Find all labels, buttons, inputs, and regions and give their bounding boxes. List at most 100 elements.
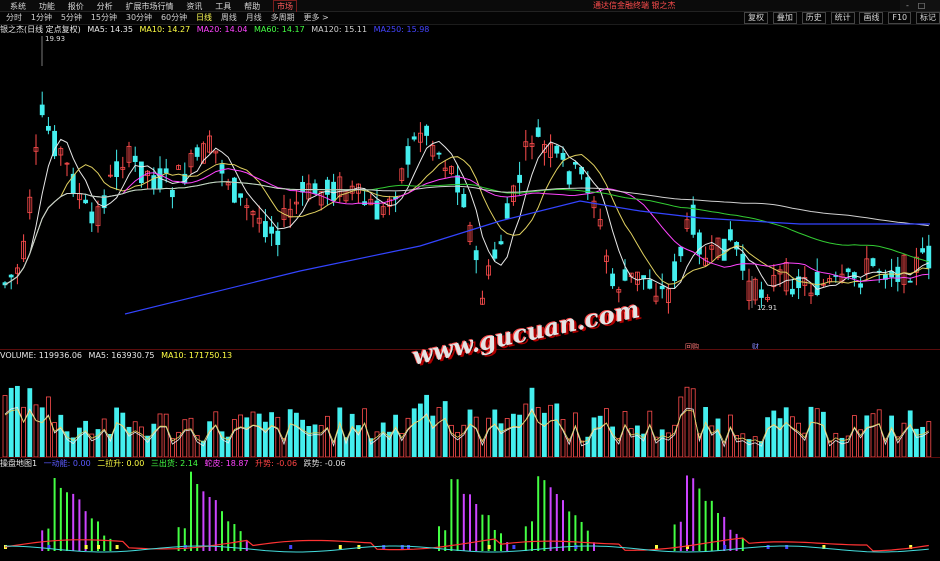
candle-body <box>535 127 541 137</box>
candle-body <box>312 183 318 194</box>
menu-help[interactable]: 帮助 <box>244 1 260 12</box>
buyback-marker[interactable]: 回购 <box>685 342 699 352</box>
candle-body <box>920 248 925 253</box>
indicator-dot <box>338 545 342 549</box>
volume-title: VOLUME: 119936.06 <box>0 351 82 360</box>
period-more[interactable]: 更多 > <box>304 12 329 24</box>
volume-bar <box>728 414 733 457</box>
indicator-snakeskin: 蛇皮: 18.87 <box>204 459 249 468</box>
period-multi[interactable]: 多周期 <box>271 12 295 24</box>
volume-bar <box>771 410 777 457</box>
period-daily[interactable]: 日线 <box>196 12 212 24</box>
period-1min[interactable]: 1分钟 <box>31 12 52 24</box>
stats-button[interactable]: 统计 <box>830 12 855 24</box>
menu-ext-market[interactable]: 扩展市场行情 <box>126 1 174 12</box>
volume-bar <box>430 415 436 457</box>
menu-bar: 系统 功能 报价 分析 扩展市场行情 资讯 工具 帮助 市场 通达信金融终端 银… <box>0 0 940 21</box>
candle-body <box>560 152 566 160</box>
period-toolbar: 分时 1分钟 5分钟 15分钟 30分钟 60分钟 日线 周线 月线 多周期 更… <box>0 12 940 25</box>
ma5-label: MA5: 14.35 <box>87 25 133 34</box>
volume-bar <box>684 386 690 457</box>
indicator-dot <box>407 545 410 549</box>
price-chart[interactable] <box>0 36 940 351</box>
volume-bar <box>244 417 250 457</box>
volume-bar <box>27 388 33 457</box>
volume-bar <box>188 417 194 457</box>
volume-bar <box>318 425 324 457</box>
candle-body <box>46 125 51 131</box>
menu-tools[interactable]: 工具 <box>215 1 231 12</box>
menu-quote[interactable]: 报价 <box>68 1 84 12</box>
minimize-icon[interactable]: - <box>906 0 909 11</box>
volume-chart[interactable] <box>0 361 940 457</box>
menu-function[interactable]: 功能 <box>39 1 55 12</box>
volume-bar <box>827 440 832 457</box>
candle-body <box>138 161 144 184</box>
volume-bar <box>114 407 119 457</box>
candle-body <box>672 261 677 281</box>
volume-bar <box>504 418 510 457</box>
volume-ma5: MA5: 163930.75 <box>88 351 155 360</box>
candle-body <box>690 204 696 235</box>
draw-button[interactable]: 画线 <box>859 12 884 24</box>
candle-body <box>89 211 95 224</box>
overlay-button[interactable]: 叠加 <box>772 12 797 24</box>
volume-bar <box>393 414 399 457</box>
price-legend: 银之杰(日线 定点复权) MA5: 14.35 MA10: 14.27 MA20… <box>0 25 433 35</box>
indicator-chart[interactable] <box>0 469 940 561</box>
candle-body <box>759 289 764 298</box>
menu-system[interactable]: 系统 <box>10 1 26 12</box>
maximize-icon[interactable]: □ <box>918 0 926 11</box>
menu-analysis[interactable]: 分析 <box>97 1 113 12</box>
indicator-dot <box>97 545 100 549</box>
menu-news[interactable]: 资讯 <box>186 1 202 12</box>
ma250-line <box>124 200 930 315</box>
volume-bar <box>238 414 244 457</box>
candle-body <box>622 269 628 281</box>
ma10-label: MA10: 14.27 <box>139 25 191 34</box>
volume-bar <box>523 403 529 457</box>
period-monthly[interactable]: 月线 <box>246 12 262 24</box>
volume-bar <box>436 407 442 457</box>
indicator-dot <box>357 545 361 549</box>
period-intraday[interactable]: 分时 <box>6 12 22 24</box>
volume-bar <box>306 426 312 457</box>
volume-bar <box>579 440 584 457</box>
period-15min[interactable]: 15分钟 <box>91 12 117 24</box>
ma250-label: MA250: 15.98 <box>373 25 430 34</box>
candle-body <box>219 164 225 174</box>
candle-body <box>870 258 876 267</box>
history-button[interactable]: 历史 <box>801 12 826 24</box>
finance-marker[interactable]: 财 <box>752 342 759 352</box>
volume-bar <box>14 385 20 457</box>
candle-body <box>926 245 932 269</box>
volume-bar <box>269 412 275 457</box>
candle-body <box>324 179 330 195</box>
volume-bar <box>790 416 795 457</box>
candle-body <box>554 145 560 154</box>
period-60min[interactable]: 60分钟 <box>161 12 187 24</box>
mark-button[interactable]: 标记 <box>916 12 940 24</box>
volume-bar <box>548 404 553 457</box>
volume-bar <box>647 410 653 457</box>
adjust-button[interactable]: 复权 <box>743 12 768 24</box>
period-5min[interactable]: 5分钟 <box>61 12 82 24</box>
volume-bar <box>293 412 299 457</box>
f10-button[interactable]: F10 <box>888 12 912 24</box>
volume-bar <box>604 408 609 457</box>
volume-bar <box>498 423 504 457</box>
volume-bar <box>535 407 541 457</box>
volume-bar <box>461 424 467 457</box>
period-weekly[interactable]: 周线 <box>221 12 237 24</box>
volume-bar <box>715 418 721 457</box>
promo-text: 通达信金融终端 银之杰 <box>593 1 676 10</box>
candle-body <box>262 221 268 238</box>
candle-body <box>610 273 615 287</box>
indicator-dot <box>115 545 119 549</box>
period-30min[interactable]: 30分钟 <box>126 12 152 24</box>
volume-bar <box>814 408 820 457</box>
volume-bar <box>492 409 498 457</box>
candle-body <box>845 268 851 273</box>
candle-body <box>566 171 572 185</box>
volume-bar <box>207 421 213 457</box>
